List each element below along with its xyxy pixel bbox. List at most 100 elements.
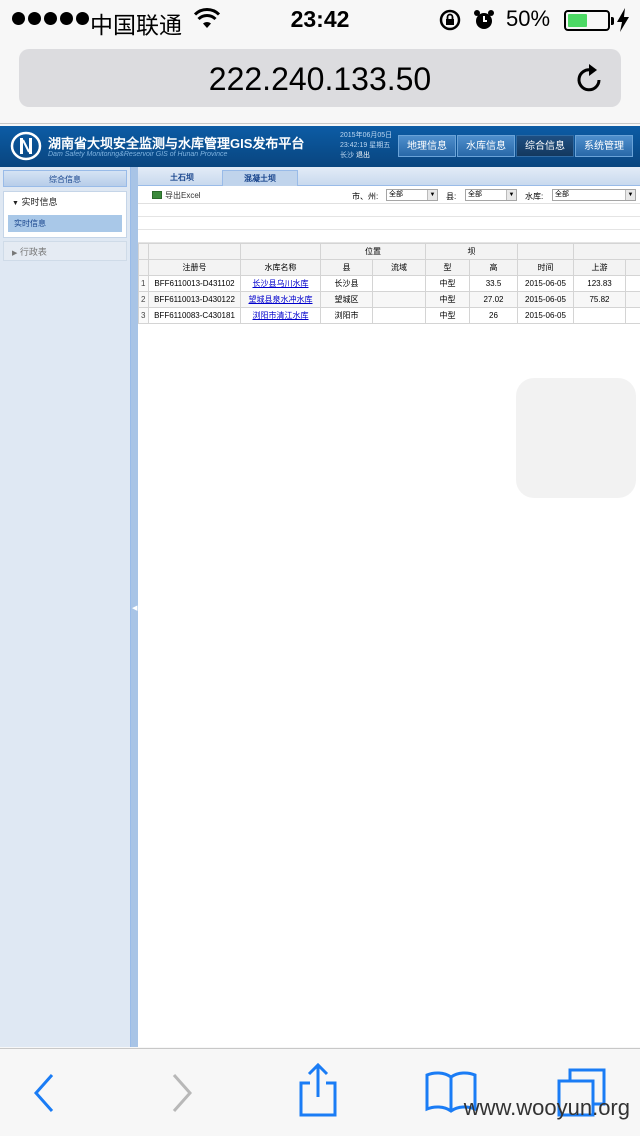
sidebar-group-admin-table[interactable]: ▶ 行政表	[3, 241, 127, 261]
browser-address-area: 222.240.133.50	[0, 40, 640, 124]
row-number: 2	[138, 291, 149, 308]
header-time: 23:42:19 星期五	[340, 142, 391, 149]
cell-upstream: 123.83	[573, 275, 626, 292]
group-header-location: 位置	[320, 243, 426, 260]
col-header-reg-no[interactable]: 注册号	[148, 259, 241, 276]
collapse-arrow-icon: ▶	[12, 250, 18, 257]
table-row[interactable]: 1 BFF6110013-D431102 长沙县乌川水库 长沙县 中型 33.5…	[138, 275, 640, 292]
tab-reservoir-info[interactable]: 水库信息	[457, 135, 515, 157]
browser-toolbar: www.wooyun.org	[0, 1048, 640, 1136]
sidebar-item-realtime[interactable]: 实时信息	[8, 215, 122, 232]
filter-county-select[interactable]: 全部 ▼	[465, 189, 517, 201]
app-subtitle: Dam Safety Monitoring&Reservoir GIS of H…	[48, 151, 228, 158]
cell-type: 中型	[425, 275, 470, 292]
grid-spacer	[138, 217, 640, 230]
cell-basin	[372, 307, 426, 324]
tab-concrete-dam[interactable]: 混凝土坝	[222, 170, 298, 186]
sidebar-header: 综合信息	[3, 170, 127, 187]
filter-reservoir-label: 水库:	[525, 192, 544, 201]
sidebar-group-title[interactable]: ▼ 实时信息	[4, 192, 126, 212]
reload-icon[interactable]	[575, 62, 605, 94]
table-header-row: 注册号 水库名称 县 流域 型 高 时间 上游	[138, 259, 640, 276]
back-icon[interactable]	[30, 1071, 56, 1115]
cell-time: 2015-06-05	[517, 307, 574, 324]
cell-reg-no: BFF6110083-C430181	[148, 307, 241, 324]
chevron-down-icon: ▼	[625, 190, 635, 200]
main-panel: 土石坝 混凝土坝 导出Excel 市、州: 全部 ▼ 县: 全部 ▼ 水库: 全部 ▼…	[138, 167, 640, 1047]
table-row[interactable]: 3 BFF6110083-C430181 浏阳市清江水库 浏阳市 中型 26 2…	[138, 307, 640, 324]
logout-link[interactable]: 退出	[356, 152, 370, 159]
top-navigation: 地理信息 水库信息 综合信息 系统管理	[398, 135, 633, 157]
col-header-upstream[interactable]: 上游	[573, 259, 626, 276]
watermark: www.wooyun.org	[463, 1095, 630, 1120]
cell-time: 2015-06-05	[517, 291, 574, 308]
col-header-type[interactable]: 型	[425, 259, 470, 276]
tab-geo-info[interactable]: 地理信息	[398, 135, 456, 157]
col-header-height[interactable]: 高	[469, 259, 518, 276]
cell-county: 长沙县	[320, 275, 373, 292]
alarm-icon	[474, 10, 494, 29]
battery-icon	[564, 10, 614, 31]
header-user: 长沙	[340, 152, 354, 159]
assistive-touch-overlay[interactable]	[516, 378, 636, 498]
tab-earth-rock-dam[interactable]: 土石坝	[146, 170, 218, 186]
filter-county-label: 县:	[446, 192, 457, 201]
sidebar-group-label: 实时信息	[21, 197, 58, 207]
filter-city-select[interactable]: 全部 ▼	[386, 189, 438, 201]
status-bar: 中国联通 23:42 50%	[0, 0, 640, 40]
forward-icon[interactable]	[170, 1071, 196, 1115]
dam-logo-icon	[10, 131, 42, 161]
cell-time: 2015-06-05	[517, 275, 574, 292]
group-header-water-level: 水位	[573, 243, 640, 260]
filter-city-label: 市、州:	[352, 192, 379, 201]
reservoir-table: 位置 坝 水位 注册号 水库名称 县 流域 型 高 时间 上游 1 BFF61	[138, 243, 640, 324]
cell-reg-no: BFF6110013-D430122	[148, 291, 241, 308]
col-header-basin[interactable]: 流域	[372, 259, 426, 276]
grid-spacer	[138, 204, 640, 217]
reservoir-link[interactable]: 浏阳市清江水库	[240, 307, 321, 324]
cell-type: 中型	[425, 291, 470, 308]
address-bar[interactable]: 222.240.133.50	[19, 49, 621, 107]
charging-icon	[617, 8, 629, 32]
table-row[interactable]: 2 BFF6110013-D430122 望城县泉水冲水库 望城区 中型 27.…	[138, 291, 640, 308]
col-header-name[interactable]: 水库名称	[240, 259, 321, 276]
reservoir-link[interactable]: 长沙县乌川水库	[240, 275, 321, 292]
header-date: 2015年06月05日	[340, 132, 393, 139]
share-icon[interactable]	[298, 1063, 338, 1117]
battery-percent: 50%	[506, 6, 551, 31]
col-header-time[interactable]: 时间	[517, 259, 574, 276]
rotation-lock-icon	[439, 9, 461, 31]
chevron-down-icon: ▼	[427, 190, 437, 200]
reservoir-link[interactable]: 望城县泉水冲水库	[240, 291, 321, 308]
sidebar-group-realtime[interactable]: ▼ 实时信息 实时信息	[3, 191, 127, 238]
cell-upstream	[573, 307, 626, 324]
splitter-arrow-icon[interactable]: ◀	[132, 604, 137, 612]
dam-type-tabs: 土石坝 混凝土坝	[138, 167, 640, 186]
sidebar: 综合信息 ▼ 实时信息 实时信息 ▶ 行政表	[0, 167, 131, 1047]
row-number: 3	[138, 307, 149, 324]
excel-icon[interactable]	[152, 191, 162, 199]
cell-basin	[372, 291, 426, 308]
table-group-header-row: 位置 坝 水位	[138, 243, 640, 260]
expand-arrow-icon: ▼	[12, 200, 19, 207]
cell-county: 望城区	[320, 291, 373, 308]
filter-reservoir-select[interactable]: 全部 ▼	[552, 189, 636, 201]
chevron-down-icon: ▼	[506, 190, 516, 200]
cell-reg-no: BFF6110013-D431102	[148, 275, 241, 292]
cell-basin	[372, 275, 426, 292]
tab-system-admin[interactable]: 系统管理	[575, 135, 633, 157]
row-number: 1	[138, 275, 149, 292]
cell-upstream: 75.82	[573, 291, 626, 308]
group-header-dam: 坝	[425, 243, 518, 260]
cell-height: 33.5	[469, 275, 518, 292]
cell-height: 27.02	[469, 291, 518, 308]
export-excel-button[interactable]: 导出Excel	[165, 190, 201, 201]
col-header-county[interactable]: 县	[320, 259, 373, 276]
cell-type: 中型	[425, 307, 470, 324]
tab-comprehensive-info[interactable]: 综合信息	[516, 135, 574, 157]
header-datetime: 2015年06月05日 23:42:19 星期五 长沙 退出	[340, 131, 392, 161]
grid-toolbar: 导出Excel 市、州: 全部 ▼ 县: 全部 ▼ 水库: 全部 ▼	[138, 186, 640, 204]
app-header: 湖南省大坝安全监测与水库管理GIS发布平台 Dam Safety Monitor…	[0, 126, 640, 167]
url-text[interactable]: 222.240.133.50	[19, 61, 621, 98]
cell-height: 26	[469, 307, 518, 324]
